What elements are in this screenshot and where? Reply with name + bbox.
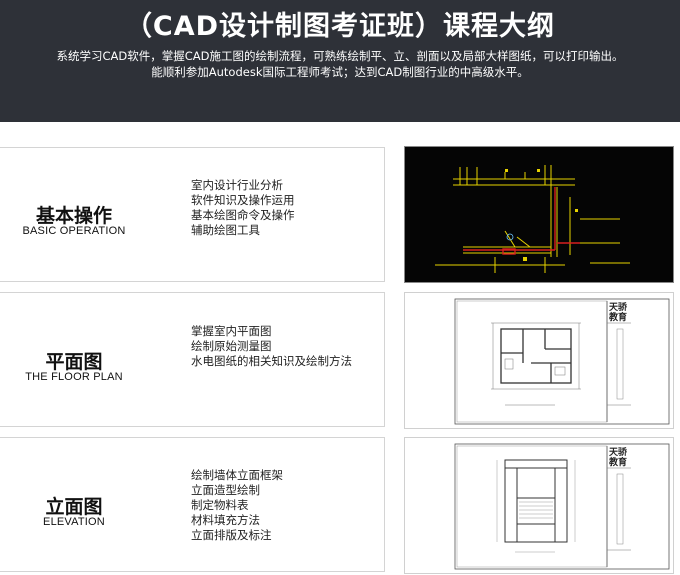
- topic-item: 辅助绘图工具: [191, 223, 260, 237]
- topic-item: 基本绘图命令及操作: [191, 208, 295, 222]
- module-topic-list: 绘制墙体立面框架 立面造型绘制 制定物料表 材料填充方法 立面排版及标注: [191, 468, 283, 543]
- stamp-line-2: 教育: [608, 311, 627, 323]
- page-title: （CAD设计制图考证班）课程大纲: [124, 11, 556, 42]
- module-title-en: ELEVATION: [43, 516, 105, 528]
- stamp-line-1: 天骄: [609, 301, 628, 313]
- stamp-line-2: 教育: [608, 456, 627, 468]
- topic-item: 绘制墙体立面框架: [191, 468, 283, 482]
- topic-item: 水电图纸的相关知识及绘制方法: [191, 354, 352, 368]
- topic-item: 材料填充方法: [191, 513, 260, 527]
- floor-plan-drawing-image: 天骄 教育: [404, 292, 674, 429]
- elevation-drawing-image: 天骄 教育: [404, 437, 674, 574]
- module-topic-list: 掌握室内平面图 绘制原始测量图 水电图纸的相关知识及绘制方法: [191, 324, 352, 369]
- module-card-basic-operation: 基本操作 BASIC OPERATION 室内设计行业分析 软件知识及操作运用 …: [0, 147, 385, 282]
- module-title-cn: 基本操作: [35, 205, 112, 227]
- module-card-floor-plan: 平面图 THE FLOOR PLAN 掌握室内平面图 绘制原始测量图 水电图纸的…: [0, 292, 385, 427]
- course-description: 系统学习CAD软件，掌握CAD施工图的绘制流程，可熟练绘制平、立、剖面以及局部大…: [0, 48, 680, 80]
- topic-item: 立面排版及标注: [191, 528, 272, 542]
- header-banner: （CAD设计制图考证班）课程大纲 系统学习CAD软件，掌握CAD施工图的绘制流程…: [0, 0, 680, 122]
- stamp-line-1: 天骄: [609, 446, 628, 458]
- topic-item: 室内设计行业分析: [191, 178, 283, 192]
- module-topic-list: 室内设计行业分析 软件知识及操作运用 基本绘图命令及操作 辅助绘图工具: [191, 178, 295, 238]
- topic-item: 绘制原始测量图: [191, 339, 272, 353]
- description-line-2: 能顺利参加Autodesk国际工程师考试；达到CAD制图行业的中高级水平。: [151, 65, 529, 79]
- topic-item: 立面造型绘制: [191, 483, 260, 497]
- topic-item: 软件知识及操作运用: [191, 193, 295, 207]
- cad-detail-drawing-image: [404, 146, 674, 283]
- floor-plan-drawing: 天骄 教育: [454, 298, 670, 425]
- module-title-cn: 立面图: [45, 496, 103, 518]
- description-line-1: 系统学习CAD软件，掌握CAD施工图的绘制流程，可熟练绘制平、立、剖面以及局部大…: [56, 49, 624, 63]
- topic-item: 掌握室内平面图: [191, 324, 272, 338]
- module-title-en: BASIC OPERATION: [22, 225, 126, 237]
- module-card-elevation: 立面图 ELEVATION 绘制墙体立面框架 立面造型绘制 制定物料表 材料填充…: [0, 437, 385, 572]
- module-title-en: THE FLOOR PLAN: [25, 371, 123, 383]
- module-title-cn: 平面图: [45, 351, 103, 373]
- cad-detail-drawing: [435, 165, 630, 273]
- elevation-drawing: 天骄 教育: [454, 443, 670, 570]
- topic-item: 制定物料表: [191, 498, 249, 512]
